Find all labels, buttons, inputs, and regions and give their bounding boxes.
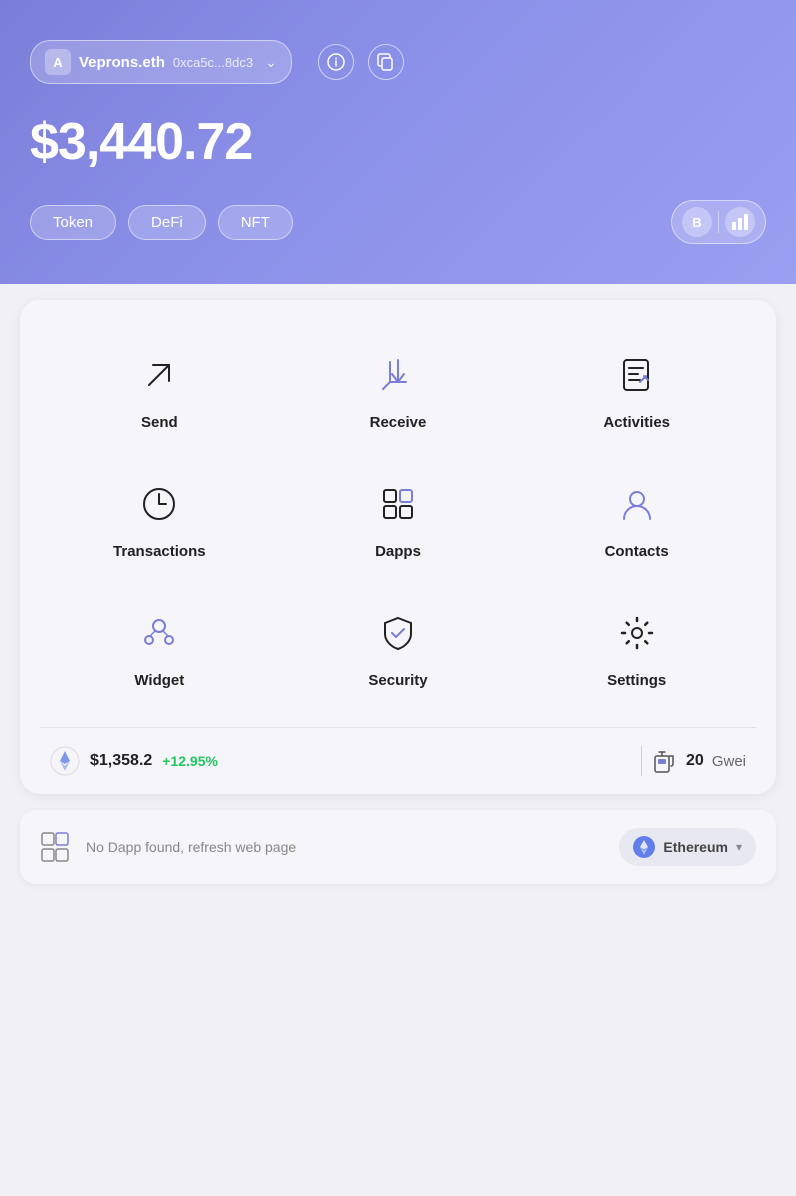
dapp-message: No Dapp found, refresh web page xyxy=(86,839,605,855)
address-bar: A Veprons.eth 0xca5c...8dc3 ⌄ xyxy=(30,40,766,84)
eth-logo-icon xyxy=(50,746,80,776)
bottom-divider xyxy=(641,746,642,776)
partner-b-icon: B xyxy=(682,207,712,237)
contacts-button[interactable]: Contacts xyxy=(517,459,756,588)
chevron-down-icon: ⌄ xyxy=(265,54,277,71)
dapps-label: Dapps xyxy=(375,543,421,560)
send-label: Send xyxy=(141,414,178,431)
send-icon xyxy=(134,350,184,400)
wallet-name: Veprons.eth xyxy=(79,54,165,71)
receive-label: Receive xyxy=(370,414,427,431)
card-bottom: $1,358.2 +12.95% 20 Gwei xyxy=(40,727,756,794)
gas-icon xyxy=(652,748,678,774)
eth-price-value: $1,358.2 xyxy=(90,752,152,770)
ethereum-logo-icon xyxy=(633,836,655,858)
wallet-avatar: A xyxy=(45,49,71,75)
tab-defi[interactable]: DeFi xyxy=(128,205,206,240)
contacts-label: Contacts xyxy=(605,543,669,560)
activities-button[interactable]: Activities xyxy=(517,330,756,459)
dapp-bar-icon xyxy=(40,831,72,863)
wallet-pill[interactable]: A Veprons.eth 0xca5c...8dc3 ⌄ xyxy=(30,40,292,84)
eth-price-section[interactable]: $1,358.2 +12.95% xyxy=(50,746,631,776)
balance-display: $3,440.72 xyxy=(30,112,766,172)
transactions-label: Transactions xyxy=(113,543,206,560)
network-chevron-icon: ▾ xyxy=(736,840,742,854)
gas-value: 20 xyxy=(686,752,704,770)
network-selector[interactable]: Ethereum ▾ xyxy=(619,828,756,866)
partner-icons[interactable]: B xyxy=(671,200,766,244)
header-actions xyxy=(318,44,404,80)
security-label: Security xyxy=(368,672,427,689)
widget-icon xyxy=(134,608,184,658)
dapp-bar: No Dapp found, refresh web page Ethereum… xyxy=(20,810,776,884)
activities-icon xyxy=(612,350,662,400)
header: A Veprons.eth 0xca5c...8dc3 ⌄ $3,44 xyxy=(0,0,796,284)
partner-divider xyxy=(718,211,719,233)
partner-stats-icon xyxy=(725,207,755,237)
security-button[interactable]: Security xyxy=(279,588,518,717)
dapps-icon xyxy=(373,479,423,529)
gas-unit: Gwei xyxy=(712,753,746,770)
settings-icon xyxy=(612,608,662,658)
dapps-button[interactable]: Dapps xyxy=(279,459,518,588)
wallet-address: 0xca5c...8dc3 xyxy=(173,55,253,70)
tab-row: Token DeFi NFT B xyxy=(30,200,766,244)
transactions-button[interactable]: Transactions xyxy=(40,459,279,588)
tab-nft[interactable]: NFT xyxy=(218,205,293,240)
settings-label: Settings xyxy=(607,672,666,689)
copy-button[interactable] xyxy=(368,44,404,80)
widget-button[interactable]: Widget xyxy=(40,588,279,717)
action-grid: Send Receive xyxy=(40,330,756,717)
gas-section: 20 Gwei xyxy=(652,748,746,774)
tab-token[interactable]: Token xyxy=(30,205,116,240)
security-icon xyxy=(373,608,423,658)
network-name: Ethereum xyxy=(663,839,728,855)
receive-button[interactable]: Receive xyxy=(279,330,518,459)
activities-label: Activities xyxy=(603,414,670,431)
contacts-icon xyxy=(612,479,662,529)
info-button[interactable] xyxy=(318,44,354,80)
send-button[interactable]: Send xyxy=(40,330,279,459)
receive-icon xyxy=(373,350,423,400)
transactions-icon xyxy=(134,479,184,529)
eth-change-value: +12.95% xyxy=(162,753,218,769)
widget-label: Widget xyxy=(134,672,184,689)
main-card: Send Receive xyxy=(20,300,776,794)
settings-button[interactable]: Settings xyxy=(517,588,756,717)
